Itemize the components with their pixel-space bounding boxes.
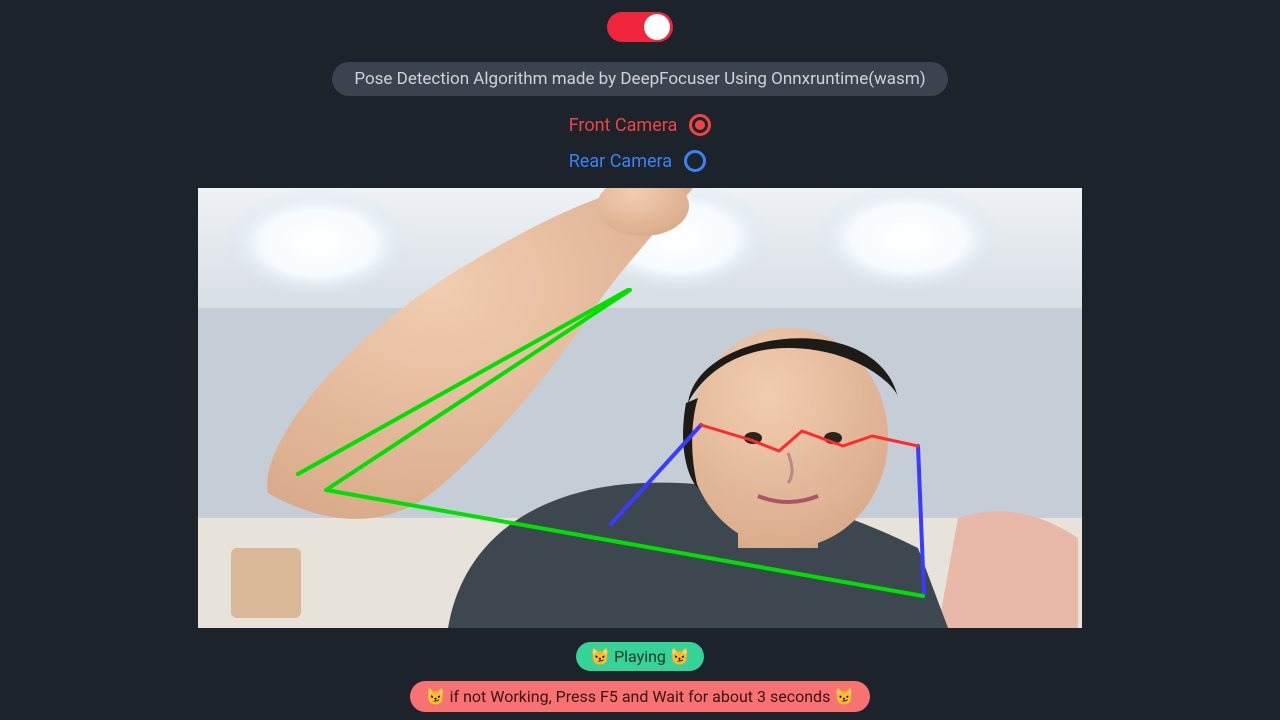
- cat-icon: 😼: [426, 687, 446, 706]
- status-badge: 😼 Playing 😼: [576, 642, 704, 671]
- rear-camera-label: Rear Camera: [569, 151, 672, 172]
- help-badge: 😼 if not Working, Press F5 and Wait for …: [410, 681, 871, 712]
- front-camera-radio[interactable]: Front Camera: [569, 114, 712, 136]
- help-label: if not Working, Press F5 and Wait for ab…: [450, 687, 831, 706]
- radio-unselected-icon: [684, 150, 706, 172]
- cat-icon: 😼: [670, 647, 690, 666]
- front-camera-label: Front Camera: [569, 115, 678, 136]
- cat-icon: 😼: [590, 647, 610, 666]
- rear-camera-radio[interactable]: Rear Camera: [569, 150, 712, 172]
- camera-preview: [198, 188, 1082, 628]
- power-toggle[interactable]: [607, 12, 673, 42]
- cat-icon: 😼: [834, 687, 854, 706]
- radio-selected-icon: [689, 114, 711, 136]
- toggle-knob: [644, 14, 670, 40]
- status-label: Playing: [614, 647, 666, 666]
- description-badge: Pose Detection Algorithm made by DeepFoc…: [332, 62, 947, 96]
- camera-radio-group: Front Camera Rear Camera: [569, 114, 712, 172]
- camera-scene: [198, 188, 1082, 628]
